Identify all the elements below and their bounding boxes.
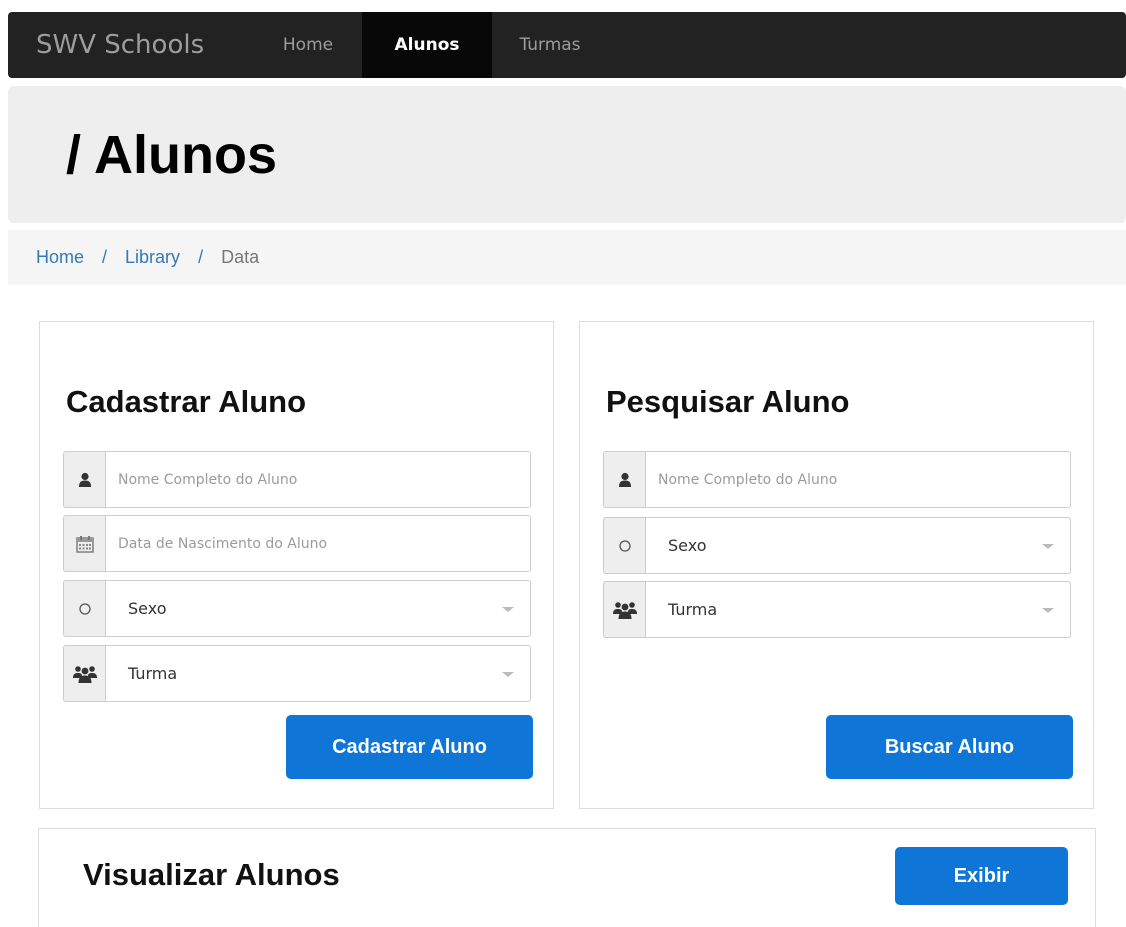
breadcrumb-home[interactable]: Home	[36, 247, 84, 268]
pesquisa-turma-select[interactable]: Turma	[645, 581, 1071, 638]
visualizar-alunos-panel: Visualizar Alunos Exibir	[38, 828, 1096, 927]
user-icon	[63, 451, 105, 508]
nav-item-turmas[interactable]: Turmas	[492, 12, 608, 78]
chevron-down-icon	[1042, 544, 1054, 549]
calendar-icon	[63, 515, 105, 572]
nome-completo-input[interactable]	[106, 452, 530, 507]
cadastrar-aluno-panel: Cadastrar Aluno Sexo Turma	[39, 321, 554, 809]
breadcrumb-data: Data	[221, 247, 260, 267]
sexo-select-value: Sexo	[128, 599, 167, 618]
pesquisa-nome-input[interactable]	[646, 452, 1070, 507]
nav-item-home[interactable]: Home	[254, 12, 362, 78]
nav-item-alunos[interactable]: Alunos	[362, 12, 492, 78]
chevron-down-icon	[502, 607, 514, 612]
pesquisa-turma-input-group: Turma	[603, 581, 1071, 638]
circle-icon	[603, 517, 645, 574]
pesquisa-sexo-input-group: Sexo	[603, 517, 1071, 574]
visualizar-alunos-title: Visualizar Alunos	[83, 857, 340, 892]
user-icon	[603, 451, 645, 508]
pesquisa-sexo-select[interactable]: Sexo	[645, 517, 1071, 574]
cadastrar-aluno-button[interactable]: Cadastrar Aluno	[286, 715, 533, 779]
data-input-group	[63, 515, 531, 572]
page-title: / Alunos	[66, 125, 277, 185]
exibir-button[interactable]: Exibir	[895, 847, 1068, 905]
nome-input-group	[63, 451, 531, 508]
users-icon	[603, 581, 645, 638]
brand-link[interactable]: SWV Schools	[8, 12, 254, 78]
users-icon	[63, 645, 105, 702]
navbar: SWV Schools Home Alunos Turmas	[8, 12, 1126, 78]
pesquisar-aluno-title: Pesquisar Aluno	[606, 384, 850, 419]
pesquisa-turma-select-value: Turma	[668, 600, 718, 619]
cadastrar-aluno-title: Cadastrar Aluno	[66, 384, 307, 419]
breadcrumb-library[interactable]: Library	[125, 247, 180, 268]
breadcrumb-separator: /	[198, 247, 204, 267]
turma-select[interactable]: Turma	[105, 645, 531, 702]
buscar-aluno-button[interactable]: Buscar Aluno	[826, 715, 1073, 779]
breadcrumb: Home / Library / Data	[8, 230, 1126, 285]
pesquisar-aluno-panel: Pesquisar Aluno Sexo Turma Buscar Aluno	[579, 321, 1094, 809]
turma-select-value: Turma	[128, 664, 178, 683]
pesquisa-sexo-select-value: Sexo	[668, 536, 707, 555]
page-header: / Alunos	[8, 86, 1126, 223]
circle-icon	[63, 580, 105, 637]
breadcrumb-separator: /	[102, 247, 108, 267]
sexo-select[interactable]: Sexo	[105, 580, 531, 637]
data-nascimento-input[interactable]	[106, 516, 530, 571]
chevron-down-icon	[1042, 608, 1054, 613]
turma-input-group: Turma	[63, 645, 531, 702]
pesquisa-nome-input-group	[603, 451, 1071, 508]
sexo-input-group: Sexo	[63, 580, 531, 637]
chevron-down-icon	[502, 672, 514, 677]
